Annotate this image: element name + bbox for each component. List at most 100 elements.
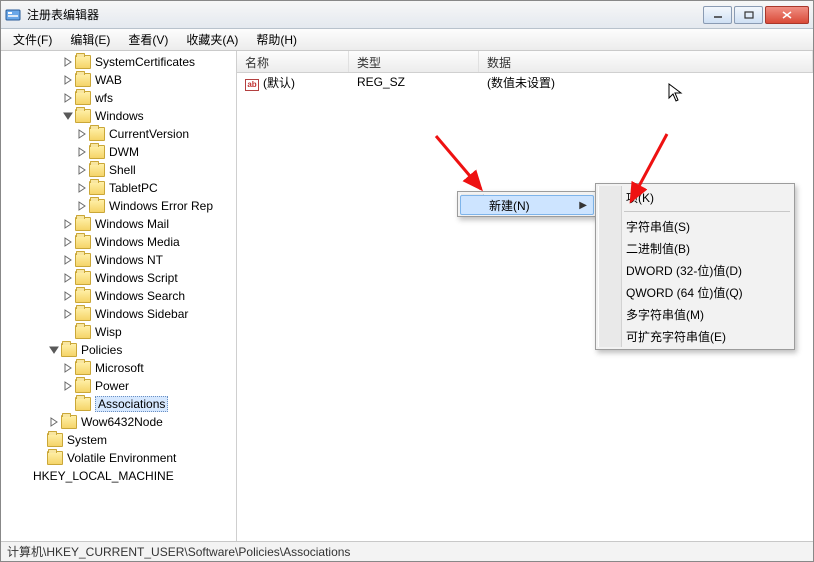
folder-icon: [75, 91, 91, 105]
tree-item[interactable]: CurrentVersion: [1, 125, 236, 143]
tree-item[interactable]: Power: [1, 377, 236, 395]
context-submenu-new[interactable]: 项(K) 字符串值(S) 二进制值(B) DWORD (32-位)值(D) QW…: [595, 183, 795, 350]
submenu-qword[interactable]: QWORD (64 位)值(Q): [598, 281, 792, 303]
tree-item[interactable]: wfs: [1, 89, 236, 107]
tree-twisty-icon[interactable]: [75, 147, 89, 157]
tree-item[interactable]: SystemCertificates: [1, 53, 236, 71]
tree-item[interactable]: Wow6432Node: [1, 413, 236, 431]
tree-twisty-icon[interactable]: [61, 237, 75, 247]
folder-icon: [75, 217, 91, 231]
tree-twisty-icon[interactable]: [61, 93, 75, 103]
tree-twisty-icon[interactable]: [61, 111, 75, 121]
context-menu[interactable]: 新建(N) ▶: [457, 191, 597, 217]
folder-icon: [75, 361, 91, 375]
context-menu-new[interactable]: 新建(N) ▶: [460, 195, 594, 215]
context-menu-new-label: 新建(N): [489, 197, 530, 214]
tree-twisty-icon[interactable]: [61, 273, 75, 283]
tree-item[interactable]: Windows Search: [1, 287, 236, 305]
col-data[interactable]: 数据: [479, 51, 813, 72]
tree-item[interactable]: Associations: [1, 395, 236, 413]
tree-twisty-icon[interactable]: [61, 75, 75, 85]
tree-item[interactable]: System: [1, 431, 236, 449]
submenu-key[interactable]: 项(K): [598, 186, 792, 208]
value-list[interactable]: 名称 类型 数据 ab(默认)REG_SZ(数值未设置) 新建(N) ▶ 项(K…: [237, 51, 813, 541]
regedit-app-icon: [5, 7, 21, 23]
menu-help[interactable]: 帮助(H): [248, 29, 305, 50]
tree-item[interactable]: Windows NT: [1, 251, 236, 269]
tree-item-label: Windows Error Rep: [109, 199, 213, 213]
tree-twisty-icon[interactable]: [61, 309, 75, 319]
menu-view[interactable]: 查看(V): [120, 29, 176, 50]
folder-icon: [75, 289, 91, 303]
list-row[interactable]: ab(默认)REG_SZ(数值未设置): [237, 73, 813, 91]
tree-twisty-icon[interactable]: [61, 57, 75, 67]
menu-file[interactable]: 文件(F): [5, 29, 60, 50]
tree-item[interactable]: HKEY_LOCAL_MACHINE: [1, 467, 236, 485]
tree-twisty-icon[interactable]: [75, 183, 89, 193]
col-type[interactable]: 类型: [349, 51, 479, 72]
status-bar: 计算机\HKEY_CURRENT_USER\Software\Policies\…: [1, 541, 813, 561]
tree-twisty-icon[interactable]: [47, 417, 61, 427]
tree-item-label: Wisp: [95, 325, 122, 339]
tree-item[interactable]: Windows Sidebar: [1, 305, 236, 323]
tree-item[interactable]: Policies: [1, 341, 236, 359]
maximize-button[interactable]: [734, 6, 763, 24]
folder-icon: [47, 451, 63, 465]
tree-twisty-icon[interactable]: [61, 381, 75, 391]
close-button[interactable]: [765, 6, 809, 24]
menu-favorites[interactable]: 收藏夹(A): [178, 29, 246, 50]
tree-item[interactable]: Windows Error Rep: [1, 197, 236, 215]
tree-item-label: Windows Sidebar: [95, 307, 188, 321]
submenu-expandstring-label: 可扩充字符串值(E): [626, 328, 726, 345]
tree-view[interactable]: SystemCertificates WAB wfs Windows CurrentVe…: [1, 51, 237, 541]
tree-item[interactable]: TabletPC: [1, 179, 236, 197]
submenu-arrow-icon: ▶: [579, 200, 587, 211]
folder-icon: [75, 307, 91, 321]
folder-icon: [75, 397, 91, 411]
tree-item-label: CurrentVersion: [109, 127, 189, 141]
tree-item[interactable]: Volatile Environment: [1, 449, 236, 467]
tree-twisty-icon[interactable]: [75, 165, 89, 175]
status-path: 计算机\HKEY_CURRENT_USER\Software\Policies\…: [7, 543, 350, 560]
tree-twisty-icon[interactable]: [61, 363, 75, 373]
folder-icon: [75, 271, 91, 285]
tree-item-label: WAB: [95, 73, 122, 87]
folder-icon: [89, 127, 105, 141]
submenu-dword[interactable]: DWORD (32-位)值(D): [598, 259, 792, 281]
tree-twisty-icon[interactable]: [75, 201, 89, 211]
menu-edit[interactable]: 编辑(E): [62, 29, 118, 50]
submenu-binary[interactable]: 二进制值(B): [598, 237, 792, 259]
folder-icon: [89, 199, 105, 213]
window-title: 注册表编辑器: [27, 6, 703, 23]
window-titlebar: 注册表编辑器: [1, 1, 813, 29]
tree-item[interactable]: Windows Mail: [1, 215, 236, 233]
value-type: REG_SZ: [357, 75, 405, 89]
tree-twisty-icon[interactable]: [61, 219, 75, 229]
tree-item[interactable]: WAB: [1, 71, 236, 89]
tree-item-label: DWM: [109, 145, 139, 159]
tree-item-label: Windows: [95, 109, 144, 123]
submenu-string[interactable]: 字符串值(S): [598, 215, 792, 237]
menubar: 文件(F) 编辑(E) 查看(V) 收藏夹(A) 帮助(H): [1, 29, 813, 51]
tree-item-label: System: [67, 433, 107, 447]
tree-item[interactable]: Windows: [1, 107, 236, 125]
tree-item[interactable]: DWM: [1, 143, 236, 161]
tree-twisty-icon[interactable]: [61, 291, 75, 301]
tree-item[interactable]: Shell: [1, 161, 236, 179]
tree-item-label: Windows NT: [95, 253, 163, 267]
tree-item-label: Windows Search: [95, 289, 185, 303]
minimize-button[interactable]: [703, 6, 732, 24]
tree-item[interactable]: Windows Script: [1, 269, 236, 287]
tree-twisty-icon[interactable]: [75, 129, 89, 139]
submenu-multistring[interactable]: 多字符串值(M): [598, 303, 792, 325]
folder-icon: [75, 55, 91, 69]
submenu-string-label: 字符串值(S): [626, 218, 690, 235]
tree-twisty-icon[interactable]: [61, 255, 75, 265]
submenu-expandstring[interactable]: 可扩充字符串值(E): [598, 325, 792, 347]
tree-item[interactable]: Windows Media: [1, 233, 236, 251]
tree-item[interactable]: Wisp: [1, 323, 236, 341]
list-header: 名称 类型 数据: [237, 51, 813, 73]
col-name[interactable]: 名称: [237, 51, 349, 72]
tree-twisty-icon[interactable]: [47, 345, 61, 355]
tree-item[interactable]: Microsoft: [1, 359, 236, 377]
